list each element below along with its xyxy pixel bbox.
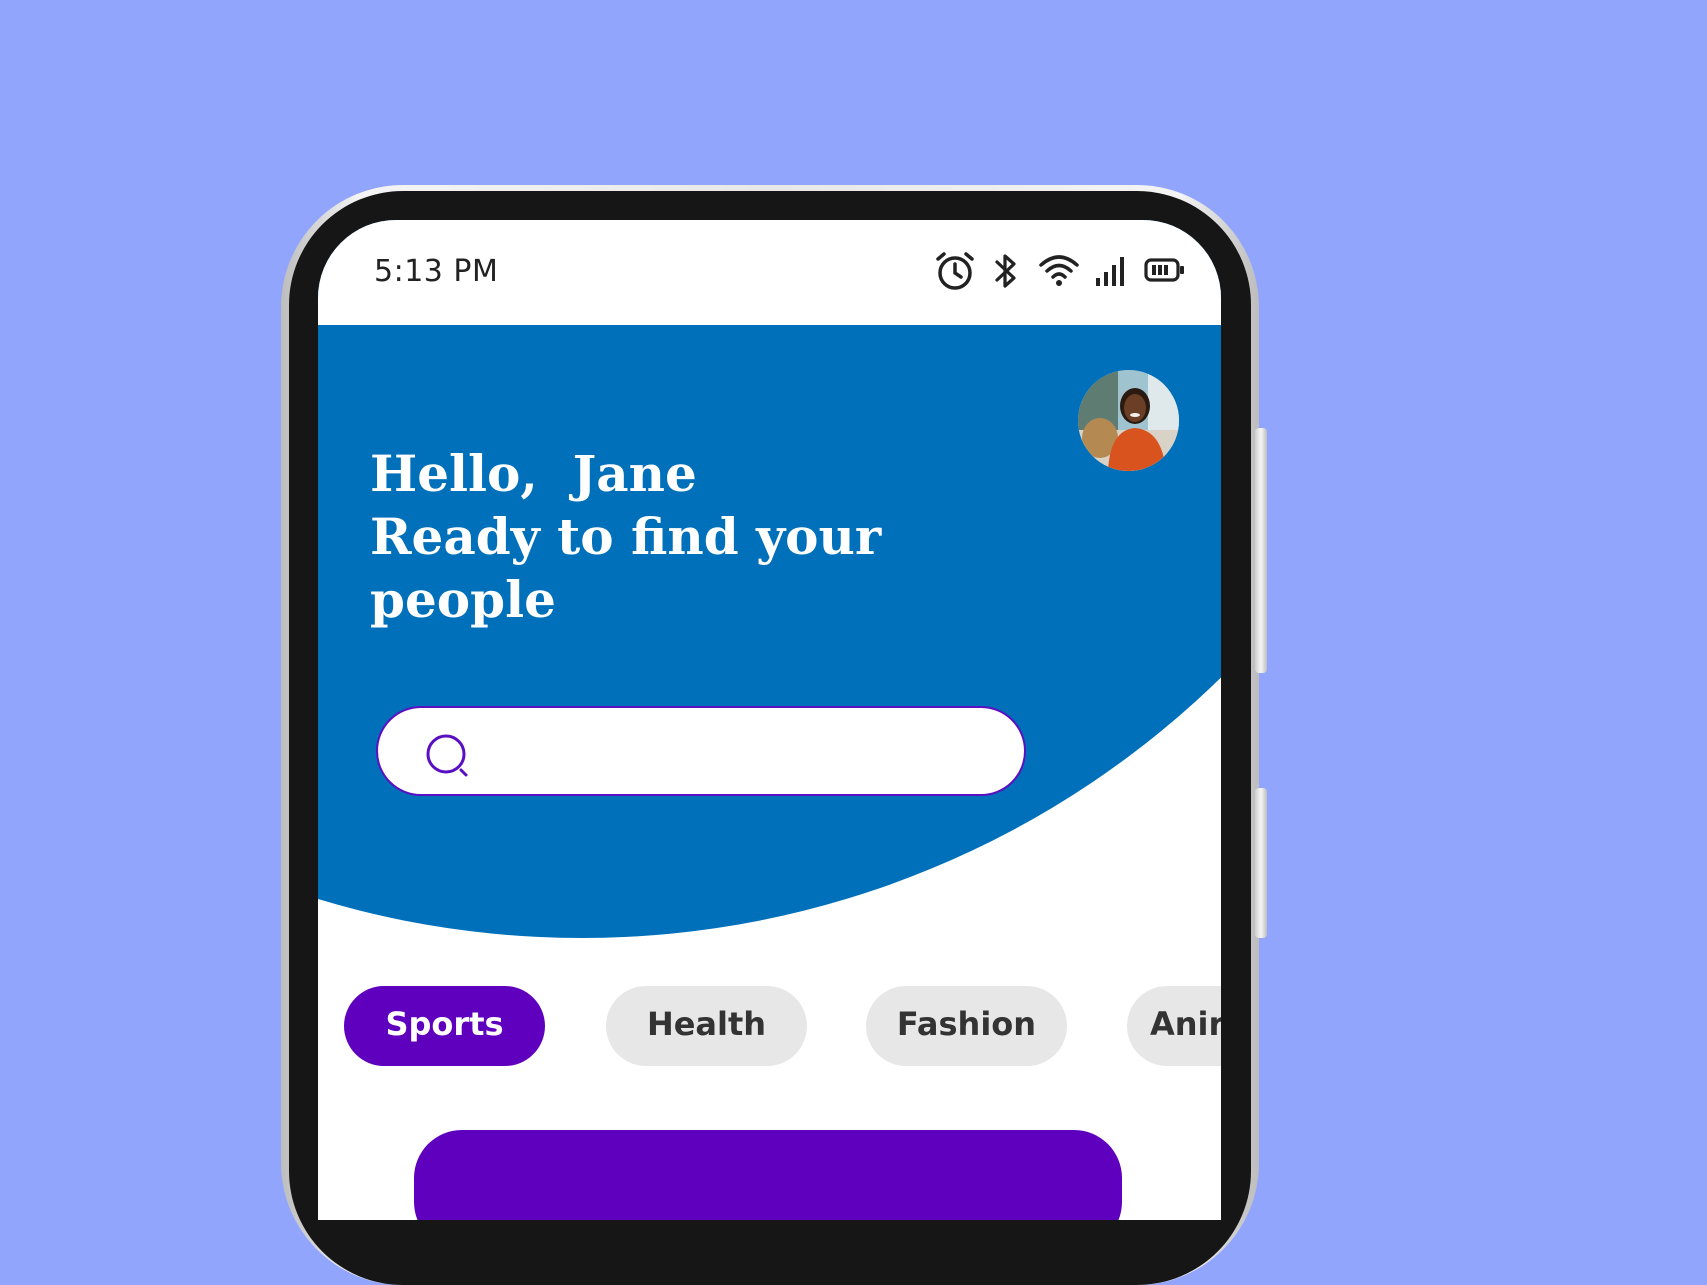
category-chip-sports[interactable]: Sports — [344, 986, 545, 1066]
category-chip-health[interactable]: Health — [606, 986, 807, 1066]
status-time: 5:13 PM — [374, 254, 499, 289]
category-chip-animals[interactable]: Anir — [1127, 986, 1221, 1066]
greeting-text: Hello, Jane Ready to find your people — [370, 442, 881, 631]
bluetooth-icon — [995, 254, 1016, 288]
battery-icon — [1144, 258, 1184, 282]
category-chip-fashion[interactable]: Fashion — [866, 986, 1067, 1066]
user-avatar[interactable] — [1078, 370, 1179, 471]
phone-power-button — [1255, 788, 1267, 938]
signal-icon — [1096, 257, 1124, 286]
greeting-name: Hello, Jane — [370, 444, 697, 503]
category-chips: Sports Health Fashion Anir — [344, 986, 1221, 1066]
phone-volume-button — [1255, 428, 1267, 673]
search-input[interactable] — [488, 726, 992, 778]
search-icon[interactable] — [424, 732, 474, 782]
greeting-subtitle-line2: people — [370, 570, 556, 629]
wifi-icon — [1039, 255, 1079, 286]
search-bar[interactable] — [376, 706, 1026, 796]
alarm-icon — [936, 252, 974, 290]
featured-card[interactable] — [414, 1130, 1122, 1220]
phone-screen: 5:13 PM Hello, Jane Ready to find your p… — [318, 220, 1221, 1220]
greeting-subtitle-line1: Ready to find your — [370, 507, 882, 566]
user-avatar-photo — [1078, 370, 1179, 471]
